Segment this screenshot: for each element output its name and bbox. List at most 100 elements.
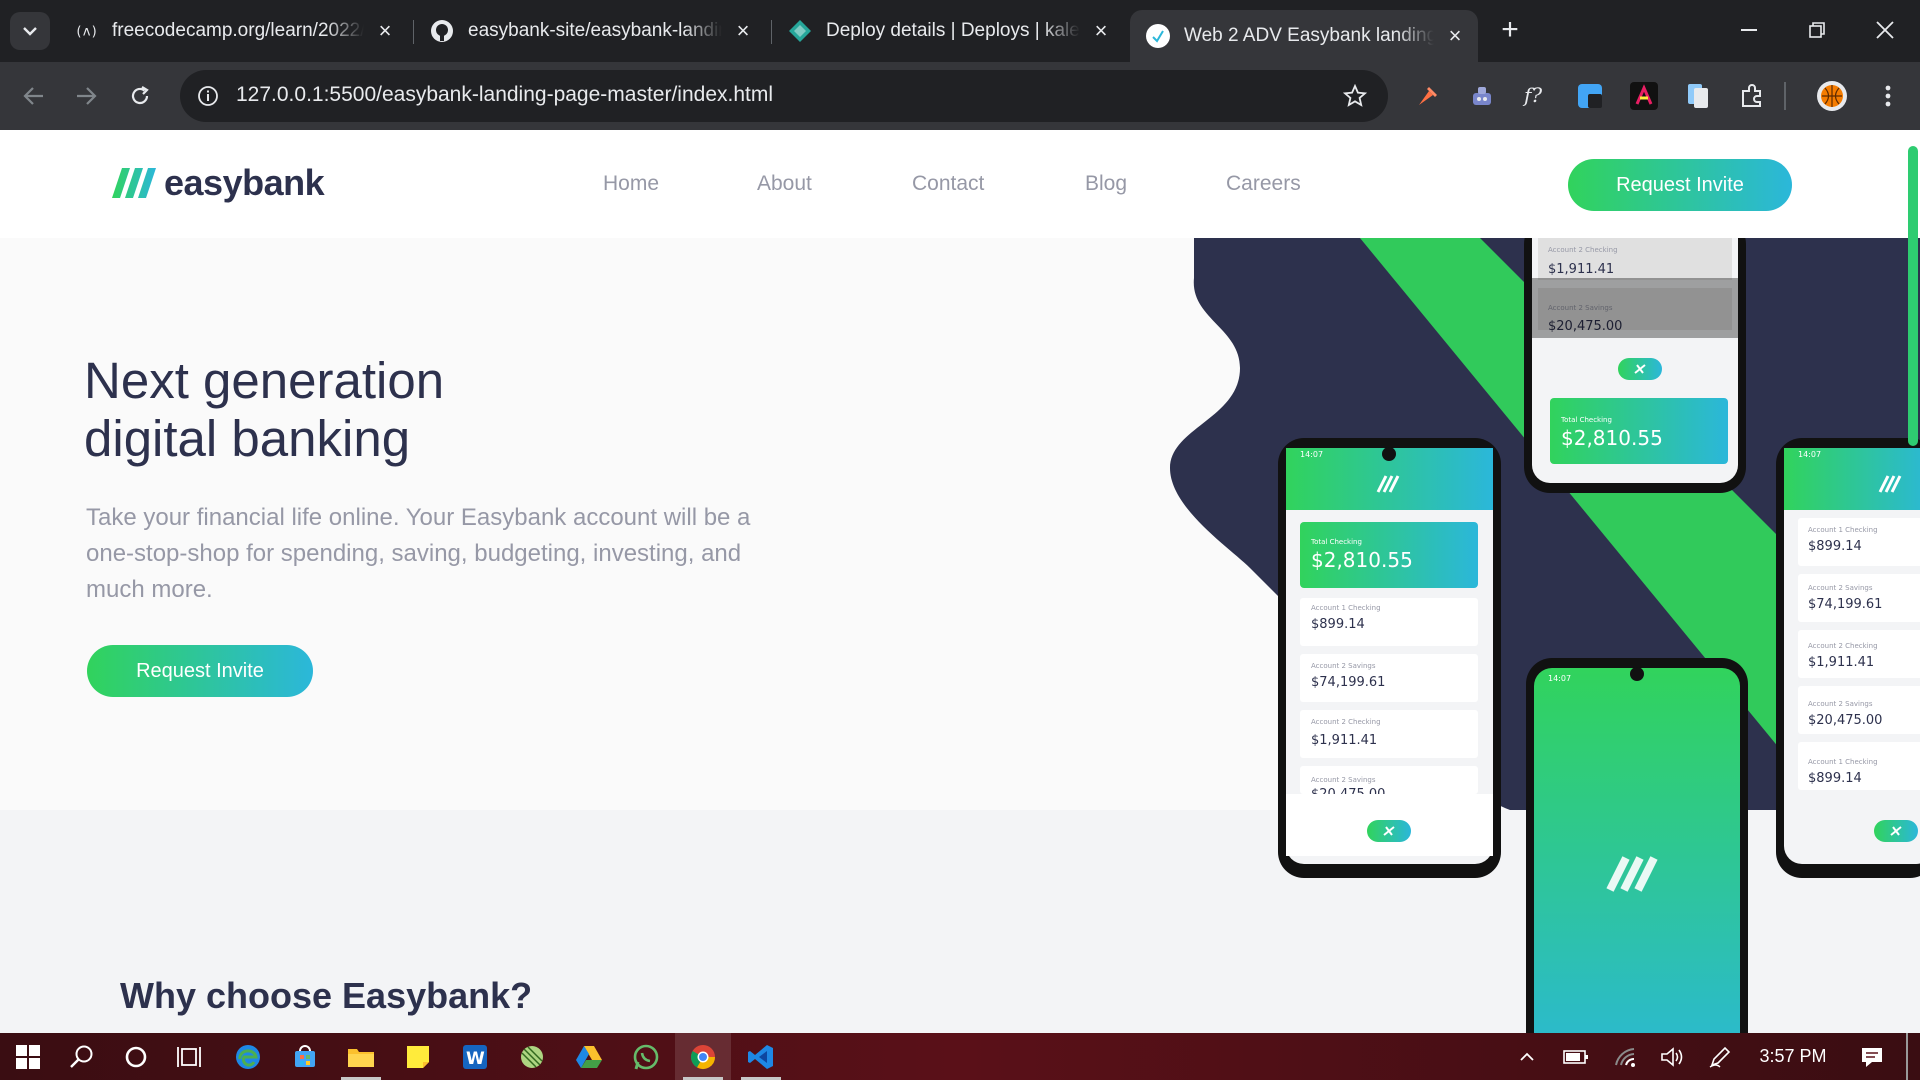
- scrollbar-thumb[interactable]: [1908, 146, 1918, 446]
- nav-link-blog[interactable]: Blog: [1085, 172, 1127, 196]
- site-info-icon[interactable]: [194, 82, 222, 110]
- browser-tab[interactable]: Deploy details | Deploys | kaleid ×: [772, 10, 1124, 52]
- nav-link-contact[interactable]: Contact: [912, 172, 984, 196]
- forward-button[interactable]: [66, 76, 106, 116]
- windows-logo-icon: [16, 1044, 40, 1069]
- taskbar-file-explorer[interactable]: [333, 1033, 389, 1080]
- notification-icon: [1862, 1047, 1882, 1067]
- cortana-circle-icon: [125, 1046, 147, 1067]
- svg-text:Account 2 Checking: Account 2 Checking: [1808, 642, 1878, 650]
- easybank-logo-mark-icon: [112, 168, 156, 198]
- volume-tray-button[interactable]: [1652, 1033, 1692, 1080]
- cortana-button[interactable]: [108, 1033, 164, 1080]
- site-header: easybank Home About Contact Blog Careers…: [0, 130, 1920, 238]
- browser-tab-strip: (ʌ) freecodecamp.org/learn/2022/r × easy…: [0, 0, 1920, 62]
- extension-window-icon[interactable]: [1572, 78, 1608, 114]
- show-desktop-button[interactable]: [1906, 1033, 1908, 1080]
- restore-button[interactable]: [1792, 8, 1842, 52]
- address-bar[interactable]: 127.0.0.1:5500/easybank-landing-page-mas…: [180, 70, 1388, 122]
- svg-text:Account 2 Savings: Account 2 Savings: [1808, 584, 1873, 592]
- taskbar-sticky-notes[interactable]: [390, 1033, 446, 1080]
- taskbar-clock[interactable]: 3:57 PM: [1750, 1033, 1836, 1080]
- url-text[interactable]: 127.0.0.1:5500/easybank-landing-page-mas…: [236, 83, 773, 107]
- svg-text:f?: f?: [1522, 83, 1542, 107]
- taskbar-vscode[interactable]: [733, 1033, 789, 1080]
- extension-robot-icon[interactable]: [1464, 78, 1500, 114]
- close-tab-icon[interactable]: ×: [732, 18, 754, 43]
- tab-search-button[interactable]: [10, 12, 50, 50]
- browser-tab-active[interactable]: Web 2 ADV Easybank landing p ×: [1130, 10, 1478, 62]
- browser-tab[interactable]: easybank-site/easybank-landing ×: [414, 10, 766, 52]
- nav-link-home[interactable]: Home: [603, 172, 659, 196]
- close-tab-icon[interactable]: ×: [1090, 18, 1112, 43]
- svg-text:Account 2 Savings: Account 2 Savings: [1311, 776, 1376, 784]
- new-tab-button[interactable]: +: [1494, 13, 1526, 46]
- svg-text:Account 1 Checking: Account 1 Checking: [1311, 604, 1381, 612]
- close-tab-icon[interactable]: ×: [374, 18, 396, 43]
- extension-hammer-icon[interactable]: [1410, 78, 1446, 114]
- why-section-title: Why choose Easybank?: [120, 975, 533, 1016]
- battery-icon: [1563, 1049, 1588, 1064]
- svg-text:$74,199.61: $74,199.61: [1808, 597, 1882, 612]
- netlify-icon: [788, 19, 812, 43]
- extension-docs-icon[interactable]: [1680, 78, 1716, 114]
- svg-text:Account 2 Checking: Account 2 Checking: [1548, 246, 1618, 254]
- minimize-button[interactable]: [1724, 8, 1774, 52]
- browser-menu-icon[interactable]: [1870, 78, 1906, 114]
- easybank-logo[interactable]: easybank: [112, 162, 325, 204]
- sticky-notes-icon: [407, 1045, 429, 1068]
- svg-text:Total Checking: Total Checking: [1310, 538, 1362, 546]
- nav-link-careers[interactable]: Careers: [1226, 172, 1301, 196]
- action-center-button[interactable]: [1852, 1033, 1892, 1080]
- pen-tray-button[interactable]: [1700, 1033, 1740, 1080]
- taskbar-edge[interactable]: [220, 1033, 276, 1080]
- taskbar-word[interactable]: W: [447, 1033, 503, 1080]
- svg-text:$2,810.55: $2,810.55: [1311, 548, 1413, 572]
- reload-button[interactable]: [120, 76, 160, 116]
- svg-text:$74,199.61: $74,199.61: [1311, 675, 1385, 690]
- profile-avatar[interactable]: [1814, 78, 1850, 114]
- taskbar-whatsapp[interactable]: [618, 1033, 674, 1080]
- battery-tray-button[interactable]: [1556, 1033, 1596, 1080]
- web-page-viewport: 14:07 Total Checking $2,810.55 Account 1…: [0, 130, 1920, 1033]
- svg-text:Account 1 Checking: Account 1 Checking: [1808, 526, 1878, 534]
- svg-text:Account 2 Savings: Account 2 Savings: [1808, 700, 1873, 708]
- extensions-puzzle-icon[interactable]: [1734, 78, 1770, 114]
- chrome-icon: [690, 1044, 715, 1069]
- taskbar-chrome[interactable]: [675, 1033, 731, 1080]
- google-drive-icon: [576, 1045, 602, 1068]
- word-icon: W: [463, 1044, 487, 1069]
- bookmark-star-icon[interactable]: [1340, 81, 1370, 111]
- hero-phones-illustration: 14:07 Total Checking $2,810.55 Account 1…: [1150, 218, 1920, 1033]
- folder-icon: [348, 1048, 374, 1067]
- taskbar-store[interactable]: [277, 1033, 333, 1080]
- windows-start-button[interactable]: [0, 1033, 56, 1080]
- taskbar-app-ball[interactable]: [504, 1033, 560, 1080]
- browser-tab[interactable]: (ʌ) freecodecamp.org/learn/2022/r ×: [58, 10, 408, 52]
- pen-icon: [1709, 1046, 1731, 1068]
- hero-request-invite-button[interactable]: Request Invite: [87, 645, 313, 697]
- restore-icon: [1809, 22, 1825, 38]
- taskbar-google-drive[interactable]: [561, 1033, 617, 1080]
- close-window-button[interactable]: [1860, 8, 1910, 52]
- svg-text:(ʌ): (ʌ): [75, 25, 98, 40]
- taskbar-search-button[interactable]: [54, 1033, 110, 1080]
- header-request-invite-button[interactable]: Request Invite: [1568, 159, 1792, 211]
- close-tab-icon[interactable]: ×: [1444, 23, 1466, 48]
- task-view-button[interactable]: [162, 1033, 218, 1080]
- show-hidden-icons-button[interactable]: [1510, 1033, 1544, 1080]
- page-scrollbar[interactable]: [1906, 130, 1920, 1033]
- nav-link-about[interactable]: About: [757, 172, 812, 196]
- svg-text:$1,911.41: $1,911.41: [1548, 262, 1614, 277]
- speaker-icon: [1661, 1046, 1683, 1067]
- back-button[interactable]: [14, 76, 54, 116]
- extension-colorful-a-icon[interactable]: [1626, 78, 1662, 114]
- svg-text:W: W: [466, 1049, 485, 1069]
- svg-text:Account 1 Checking: Account 1 Checking: [1808, 758, 1878, 766]
- browser-toolbar: 127.0.0.1:5500/easybank-landing-page-mas…: [0, 62, 1920, 130]
- extension-font-icon[interactable]: f?: [1518, 78, 1554, 114]
- svg-text:$1,911.41: $1,911.41: [1808, 655, 1874, 670]
- network-tray-button[interactable]: [1606, 1033, 1646, 1080]
- hero-title: Next generation digital banking: [84, 352, 445, 467]
- chevron-down-icon: [23, 27, 37, 36]
